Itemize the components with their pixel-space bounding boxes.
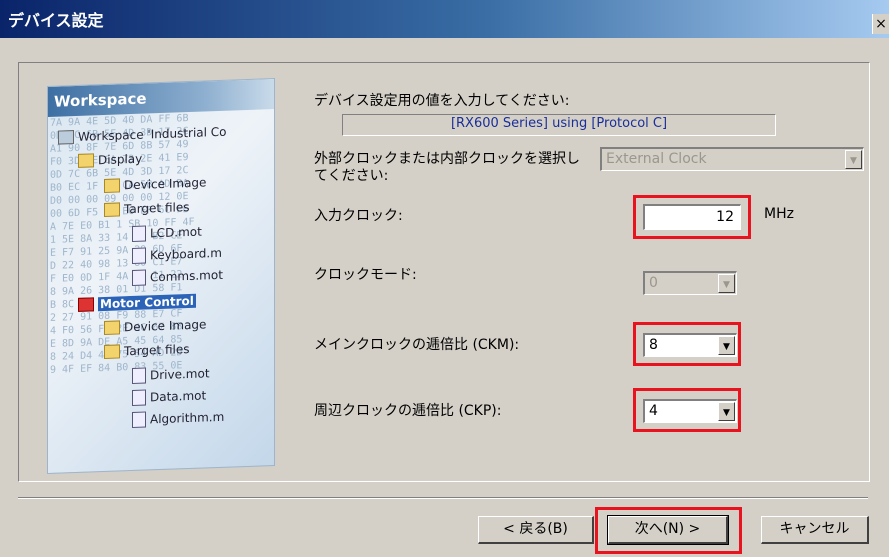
button-separator [18, 497, 868, 499]
highlight-input-clock [633, 195, 751, 239]
highlight-ckp [633, 388, 741, 432]
device-info-text: [RX600 Series] using [Protocol C] [450, 116, 668, 131]
clock-mode-select[interactable]: 0 ▼ [643, 271, 737, 295]
chevron-down-icon: ▼ [718, 274, 735, 293]
clock-source-select[interactable]: External Clock ▼ [600, 147, 864, 171]
chevron-down-icon: ▼ [845, 150, 862, 169]
ckm-label: メインクロックの逓倍比 (CKM): [314, 337, 520, 353]
back-button[interactable]: < 戻る(B) [478, 516, 594, 544]
tree-item-display: Display [78, 152, 142, 168]
highlight-ckm [633, 322, 741, 366]
tree-item-lcd: LCD.mot [132, 224, 202, 243]
device-info-box: [RX600 Series] using [Protocol C] [342, 114, 776, 136]
prompt-text: デバイス設定用の値を入力してください: [314, 93, 570, 109]
folder-icon [104, 320, 120, 335]
clock-select-label-line2: てください: [314, 168, 389, 184]
tree-item-algorithm: Algorithm.m [132, 409, 224, 429]
file-icon [132, 411, 146, 429]
folder-icon [78, 153, 94, 168]
tree-item-target-files: Target files [104, 200, 189, 217]
folder-icon [104, 344, 120, 359]
folder-icon [104, 202, 120, 217]
highlight-next [595, 507, 742, 554]
file-icon [132, 367, 146, 385]
file-icon [132, 269, 146, 287]
hex-background: 7A 9A 4E 5D 40 DA FF 6B 0D 7C 6B 5E 4D 3… [50, 113, 195, 376]
workspace-label: Workspace [54, 89, 147, 111]
cancel-button[interactable]: キャンセル [761, 516, 869, 544]
title-bar: デバイス設定 × [0, 0, 889, 38]
tree-item-target-files-2: Target files [104, 342, 189, 359]
ckp-label: 周辺クロックの逓倍比 (CKP): [314, 403, 502, 419]
tree-item-data: Data.mot [132, 387, 206, 407]
workspace-icon [58, 130, 74, 145]
clock-mode-label: クロックモード: [314, 267, 417, 283]
project-icon [78, 297, 94, 312]
close-button[interactable]: × [872, 14, 889, 34]
file-icon [132, 247, 146, 265]
clock-mode-value: 0 [649, 275, 658, 291]
file-icon [132, 225, 146, 243]
input-clock-label: 入力クロック: [314, 208, 403, 224]
workspace-illustration: 7A 9A 4E 5D 40 DA FF 6B 0D 7C 6B 5E 4D 3… [47, 78, 275, 474]
tree-item-comms: Comms.mot [132, 267, 223, 287]
folder-icon [104, 178, 120, 193]
clock-source-value: External Clock [606, 151, 707, 167]
file-icon [132, 389, 146, 407]
window-title: デバイス設定 [8, 11, 104, 30]
tree-item-drive: Drive.mot [132, 365, 210, 385]
tree-item-keyboard: Keyboard.m [132, 245, 222, 265]
input-clock-unit: MHz [764, 206, 794, 222]
